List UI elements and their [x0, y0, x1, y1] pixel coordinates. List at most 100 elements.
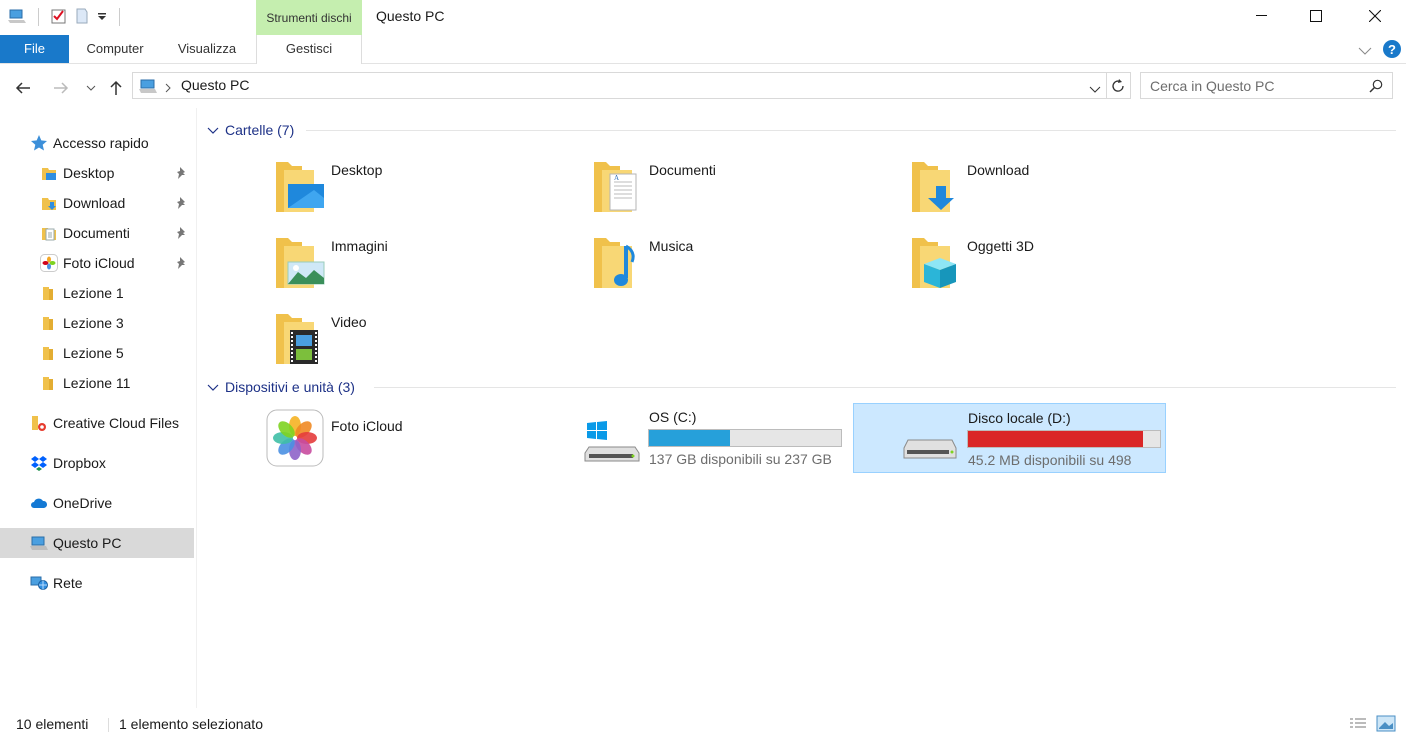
nav-item-desktop[interactable]: Desktop — [40, 158, 114, 188]
refresh-button[interactable] — [1106, 72, 1131, 99]
star-icon — [30, 134, 48, 152]
device-tile-icloud-photos[interactable]: Foto iCloud — [258, 404, 558, 474]
ribbon-tabs: File Computer Visualizza Gestisci ? — [0, 35, 1406, 64]
drive-usage-fill — [968, 431, 1143, 447]
nav-label: Accesso rapido — [53, 135, 149, 151]
maximize-button[interactable] — [1289, 0, 1343, 32]
nav-item-lezione-11[interactable]: Lezione 11 — [40, 368, 130, 398]
address-dropdown-icon[interactable] — [1089, 81, 1101, 97]
nav-item-download[interactable]: Download — [40, 188, 125, 218]
properties-icon[interactable] — [51, 8, 67, 27]
desktop-folder-icon — [274, 156, 326, 214]
back-button[interactable] — [12, 76, 34, 100]
pin-icon[interactable] — [176, 196, 188, 210]
device-label: Foto iCloud — [331, 418, 403, 434]
dropbox-icon — [30, 454, 48, 472]
nav-quick-access[interactable]: Accesso rapido — [30, 128, 149, 158]
search-icon[interactable] — [1369, 79, 1383, 96]
new-folder-icon[interactable] — [75, 8, 89, 27]
folder-tile-desktop[interactable]: Desktop — [266, 150, 566, 220]
divider — [306, 130, 1396, 131]
context-tab-label: Strumenti dischi — [256, 0, 362, 35]
nav-label: Rete — [53, 575, 83, 591]
this-pc-icon[interactable] — [8, 8, 26, 27]
nav-item-icloud-photos[interactable]: Foto iCloud — [40, 248, 135, 278]
folder-tile-documents[interactable]: A Documenti — [584, 150, 884, 220]
folder-icon — [40, 344, 58, 362]
folder-tile-pictures[interactable]: Immagini — [266, 226, 566, 296]
documents-folder-icon: A — [592, 156, 644, 214]
folder-tile-3d-objects[interactable]: Oggetti 3D — [902, 226, 1202, 296]
nav-item-documents[interactable]: Documenti — [40, 218, 130, 248]
nav-this-pc[interactable]: Questo PC — [0, 528, 194, 558]
desktop-folder-icon — [40, 164, 58, 182]
chevron-down-icon — [207, 379, 219, 395]
drive-name: OS (C:) — [649, 409, 697, 425]
tab-file[interactable]: File — [0, 35, 69, 63]
tab-manage[interactable]: Gestisci — [256, 35, 362, 64]
nav-label: OneDrive — [53, 495, 113, 511]
folder-icon — [40, 284, 58, 302]
folder-tile-videos[interactable]: Video — [266, 302, 566, 372]
status-divider — [108, 718, 109, 732]
nav-onedrive[interactable]: OneDrive — [30, 488, 112, 518]
music-folder-icon — [592, 232, 644, 290]
chevron-down-icon — [207, 122, 219, 138]
search-box[interactable] — [1140, 72, 1393, 99]
pin-icon[interactable] — [176, 166, 188, 180]
selection-count: 1 elemento selezionato — [119, 716, 263, 732]
expand-ribbon-icon[interactable] — [1358, 43, 1372, 59]
icloud-photos-icon — [40, 254, 58, 272]
customize-toolbar-icon[interactable] — [97, 9, 107, 25]
nav-item-lezione-3[interactable]: Lezione 3 — [40, 308, 124, 338]
drive-free-space: 45.2 MB disponibili su 498 — [968, 452, 1132, 468]
details-view-icon[interactable] — [1349, 716, 1367, 735]
breadcrumb[interactable]: Questo PC — [181, 77, 249, 93]
search-input[interactable] — [1141, 73, 1351, 98]
svg-text:?: ? — [1388, 42, 1396, 57]
minimize-button[interactable] — [1235, 0, 1289, 32]
folder-label: Oggetti 3D — [967, 238, 1034, 254]
tab-view[interactable]: Visualizza — [166, 35, 248, 63]
pin-icon[interactable] — [176, 226, 188, 240]
drive-tile-d[interactable]: Disco locale (D:) 45.2 MB disponibili su… — [853, 403, 1166, 473]
3d-objects-folder-icon — [910, 232, 962, 290]
close-button[interactable] — [1348, 0, 1402, 32]
up-button[interactable] — [106, 76, 126, 100]
help-icon[interactable]: ? — [1382, 39, 1402, 62]
nav-dropbox[interactable]: Dropbox — [30, 448, 106, 478]
nav-label: Lezione 1 — [63, 285, 124, 301]
nav-item-lezione-5[interactable]: Lezione 5 — [40, 338, 124, 368]
drive-name: Disco locale (D:) — [968, 410, 1071, 426]
folder-icon — [40, 314, 58, 332]
this-pc-icon — [30, 534, 48, 552]
folder-label: Musica — [649, 238, 694, 254]
drive-tile-c[interactable]: OS (C:) 137 GB disponibili su 237 GB — [535, 403, 848, 473]
large-icons-view-icon[interactable] — [1376, 715, 1396, 736]
nav-creative-cloud[interactable]: Creative Cloud Files — [30, 408, 179, 438]
group-header-devices[interactable]: Dispositivi e unità (3) — [207, 377, 355, 397]
folder-tile-download[interactable]: Download — [902, 150, 1202, 220]
nav-item-lezione-1[interactable]: Lezione 1 — [40, 278, 124, 308]
documents-folder-icon — [40, 224, 58, 242]
nav-label: Download — [63, 195, 126, 211]
drive-usage-bar — [967, 430, 1161, 448]
creative-cloud-folder-icon — [30, 414, 48, 432]
downloads-folder-icon — [40, 194, 58, 212]
recent-locations-dropdown[interactable] — [84, 76, 98, 100]
divider — [374, 387, 1396, 388]
pin-icon[interactable] — [176, 256, 188, 270]
nav-label: Dropbox — [53, 455, 106, 471]
network-icon — [30, 574, 48, 592]
group-title: Dispositivi e unità (3) — [225, 379, 355, 395]
breadcrumb-separator-icon[interactable] — [164, 80, 172, 96]
status-bar: 10 elementi 1 elemento selezionato — [0, 712, 1406, 737]
forward-button[interactable] — [50, 76, 72, 100]
group-header-folders[interactable]: Cartelle (7) — [207, 120, 294, 140]
address-bar[interactable]: Questo PC — [132, 72, 1107, 99]
nav-network[interactable]: Rete — [30, 568, 83, 598]
folder-label: Download — [967, 162, 1030, 178]
folder-tile-music[interactable]: Musica — [584, 226, 884, 296]
tab-computer[interactable]: Computer — [76, 35, 154, 63]
group-title: Cartelle (7) — [225, 122, 295, 138]
